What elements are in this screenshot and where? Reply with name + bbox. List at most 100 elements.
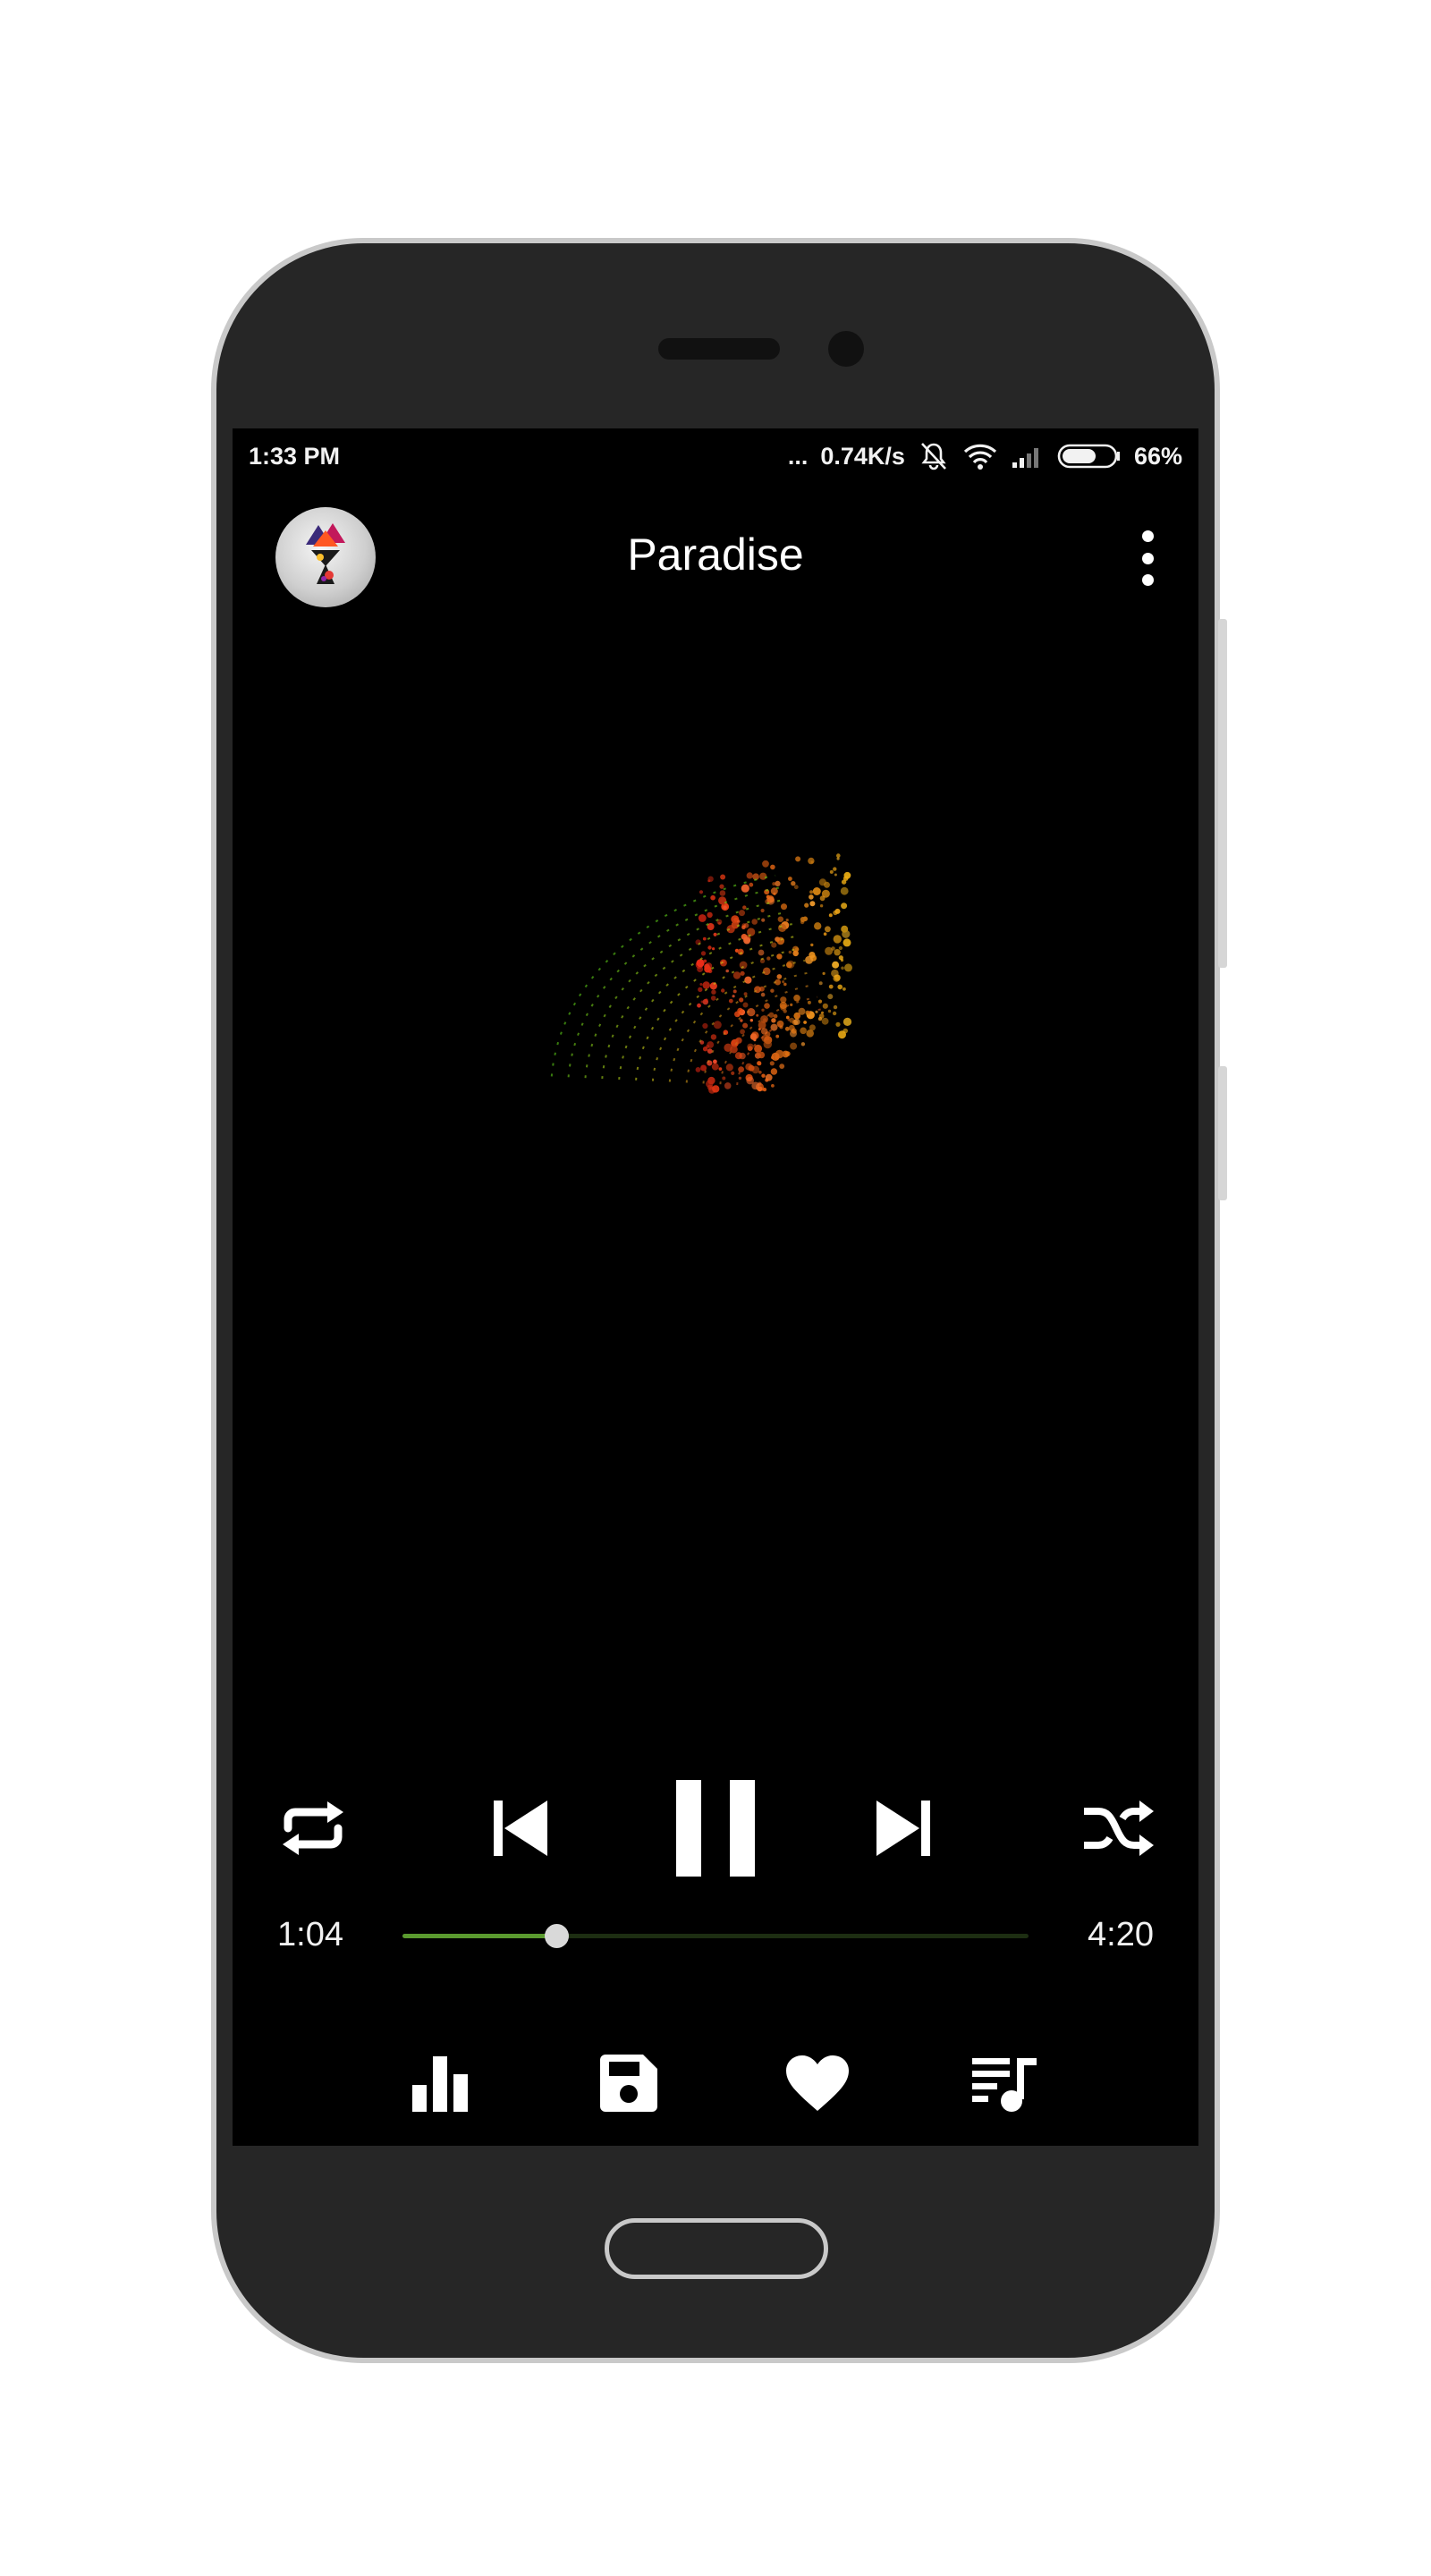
repeat-icon[interactable] bbox=[268, 1788, 358, 1868]
visualizer-particle bbox=[733, 917, 739, 922]
visualizer-particle bbox=[828, 984, 834, 989]
visualizer-particle bbox=[782, 980, 785, 984]
visualizer-particle bbox=[814, 922, 822, 930]
visualizer-particle bbox=[823, 932, 827, 936]
visualizer-particle bbox=[838, 1030, 846, 1039]
visualizer-particle bbox=[741, 925, 746, 929]
visualizer-particle bbox=[761, 1073, 766, 1078]
pause-icon[interactable] bbox=[662, 1777, 769, 1879]
visualizer-particle bbox=[827, 1009, 832, 1013]
visualizer-particle bbox=[771, 1084, 775, 1088]
skip-next-icon[interactable] bbox=[859, 1788, 948, 1868]
visualizer-particle bbox=[809, 1024, 816, 1031]
visualizer-particle bbox=[834, 873, 837, 877]
network-speed: 0.74K/s bbox=[820, 442, 905, 470]
visualizer-particle bbox=[703, 959, 707, 963]
visualizer-particle bbox=[798, 1007, 806, 1015]
visualizer-particle bbox=[724, 1082, 732, 1089]
visualizer-particle bbox=[841, 966, 844, 970]
visualizer-particle bbox=[838, 945, 843, 951]
queue-music-icon[interactable] bbox=[961, 2038, 1051, 2128]
visualizer-particle bbox=[836, 857, 840, 860]
visualizer-particle bbox=[817, 999, 823, 1004]
power-button bbox=[1218, 619, 1227, 968]
battery-percent: 66% bbox=[1133, 442, 1182, 470]
visualizer-particle bbox=[725, 969, 729, 973]
visualizer-particle bbox=[707, 911, 713, 919]
visualizer-particle bbox=[742, 905, 747, 910]
visualizer-particle bbox=[762, 860, 769, 868]
visualizer-particle bbox=[710, 894, 716, 901]
visualizer-particle bbox=[835, 1021, 841, 1027]
shuffle-icon[interactable] bbox=[1073, 1788, 1163, 1868]
visualizer-particle bbox=[777, 916, 783, 922]
visualizer-particle bbox=[834, 949, 841, 956]
total-duration: 4:20 bbox=[1088, 1916, 1154, 1953]
visualizer-particle bbox=[759, 872, 767, 880]
visualizer-particle bbox=[739, 910, 745, 917]
bottom-action-bar bbox=[233, 2038, 1198, 2128]
visualizer-particle bbox=[713, 1059, 717, 1064]
visualizer-particle bbox=[760, 1015, 768, 1023]
wifi-icon bbox=[962, 442, 998, 470]
visualizer-particle bbox=[698, 914, 707, 922]
visualizer-particle bbox=[758, 949, 765, 956]
visualizer-particle bbox=[771, 1052, 780, 1061]
visualizer-particle bbox=[773, 1013, 778, 1019]
visualizer-particle bbox=[781, 903, 787, 911]
earpiece-speaker bbox=[658, 338, 780, 360]
visualizer-particle bbox=[749, 882, 754, 887]
visualizer-particle bbox=[731, 1071, 735, 1075]
visualizer-particle bbox=[747, 1043, 754, 1050]
visualizer-particle bbox=[760, 1028, 768, 1035]
visualizer-particle bbox=[807, 1000, 811, 1004]
visualizer-particle bbox=[833, 935, 842, 944]
visualizer-particle bbox=[763, 1039, 772, 1049]
more-vert-icon[interactable] bbox=[1134, 530, 1161, 586]
visualizer-particle bbox=[828, 913, 833, 918]
volume-button bbox=[1218, 1066, 1227, 1200]
status-bar: 1:33 PM ... 0.74K/s 66% bbox=[233, 428, 1198, 484]
visualizer-particle bbox=[712, 947, 716, 951]
visualizer-particle bbox=[821, 1017, 829, 1025]
visualizer-particle bbox=[784, 1026, 790, 1031]
visualizer-particle bbox=[841, 902, 848, 910]
save-icon[interactable] bbox=[584, 2038, 673, 2128]
seek-bar[interactable] bbox=[402, 1924, 1029, 1948]
visualizer-particle bbox=[762, 967, 771, 976]
visualizer-particle bbox=[788, 950, 792, 954]
visualizer-particle bbox=[844, 963, 852, 972]
visualizer-particle bbox=[719, 890, 726, 896]
visualizer-particle bbox=[696, 959, 705, 968]
visualizer-particle bbox=[758, 1028, 761, 1031]
heart-icon[interactable] bbox=[773, 2038, 862, 2128]
visualizer-particle bbox=[829, 869, 834, 874]
skip-previous-icon[interactable] bbox=[476, 1788, 565, 1868]
visualizer-particle bbox=[722, 1076, 726, 1080]
equalizer-icon[interactable] bbox=[395, 2038, 485, 2128]
visualizer-particle bbox=[723, 905, 727, 910]
visualizer-particle bbox=[800, 1042, 806, 1046]
visualizer-particle bbox=[819, 904, 824, 908]
visualizer-particle bbox=[785, 919, 789, 922]
visualizer-particle bbox=[719, 884, 724, 889]
visualizer-particle bbox=[843, 876, 849, 881]
visualizer-particle bbox=[740, 1029, 745, 1035]
status-dots: ... bbox=[787, 442, 809, 470]
visualizer-particle bbox=[822, 971, 826, 975]
visualizer-particle bbox=[737, 1007, 743, 1014]
visualizer-particle bbox=[707, 945, 712, 950]
visualizer-particle bbox=[705, 998, 708, 1002]
visualizer-particle bbox=[779, 1001, 787, 1010]
visualizer-particle bbox=[710, 1034, 717, 1040]
visualizer-particle bbox=[785, 1015, 790, 1020]
visualizer-particle bbox=[817, 1016, 823, 1021]
visualizer-particle bbox=[804, 902, 809, 908]
visualizer-particle bbox=[756, 1013, 759, 1017]
visualizer-particle bbox=[700, 951, 707, 956]
visualizer-particle bbox=[732, 995, 735, 998]
visualizer-particle bbox=[788, 877, 792, 881]
visualizer-particle bbox=[834, 908, 841, 914]
home-button[interactable] bbox=[605, 2218, 828, 2279]
seek-bar-thumb[interactable] bbox=[545, 1924, 570, 1948]
